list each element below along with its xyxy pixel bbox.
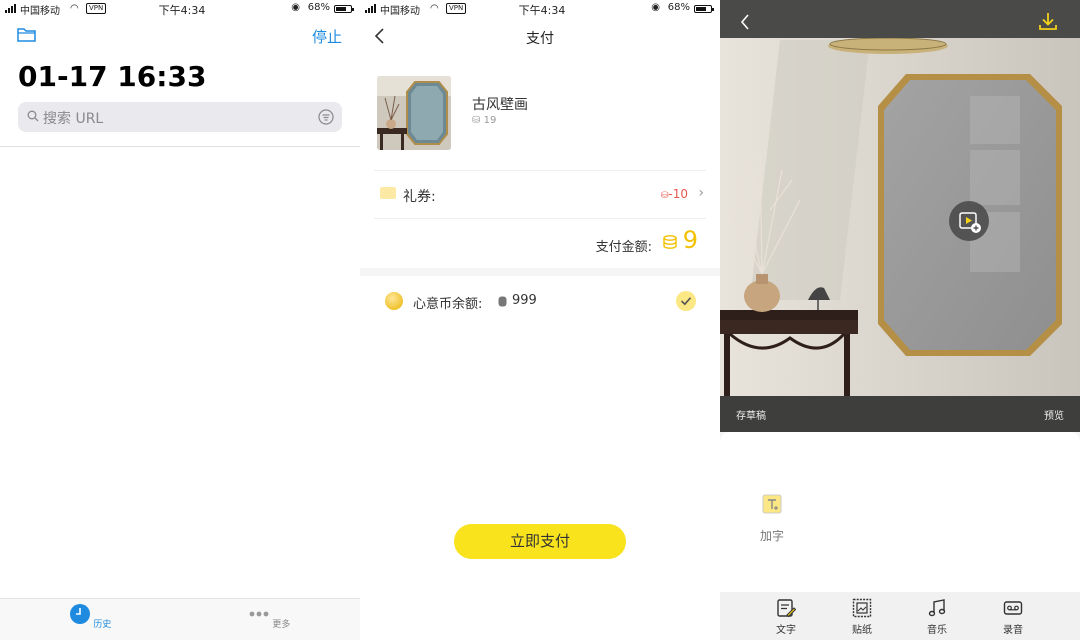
balance-value: 999 bbox=[512, 293, 537, 308]
editor-screen: 存草稿 预览 加字 文字 贴纸 音乐 录音 bbox=[720, 0, 1080, 640]
search-bar[interactable]: 搜索 URL bbox=[18, 102, 342, 132]
tab-history[interactable]: 历史 bbox=[60, 603, 120, 630]
total-label: 支付金额: bbox=[595, 240, 652, 255]
tool-text-label: 文字 bbox=[776, 625, 796, 636]
status-bar: 中国移动 ◠ VPN 下午4:34 ◉ 68% bbox=[360, 0, 720, 18]
tab-more[interactable]: 更多 bbox=[239, 603, 299, 630]
product-price-value: 19 bbox=[483, 115, 497, 126]
battery-percent: 68% bbox=[667, 2, 690, 13]
battery-icon bbox=[694, 5, 714, 13]
record-icon bbox=[1003, 601, 1023, 615]
product-thumbnail bbox=[377, 76, 451, 150]
stop-button[interactable]: 停止 bbox=[312, 26, 342, 47]
coin-stack-icon bbox=[498, 296, 507, 307]
editor-toolbar: 文字 贴纸 音乐 录音 bbox=[720, 592, 1080, 640]
checkmark-icon[interactable] bbox=[676, 291, 696, 311]
wall-art-preview bbox=[720, 0, 1080, 432]
coin-icon: ⛁ bbox=[472, 115, 481, 126]
tool-sticker-label: 贴纸 bbox=[852, 625, 872, 636]
tool-record-label: 录音 bbox=[1003, 625, 1023, 636]
ticket-icon bbox=[380, 187, 396, 199]
save-draft-button[interactable]: 存草稿 bbox=[736, 407, 766, 422]
more-dots-icon bbox=[249, 611, 268, 617]
coupon-label: 礼券: bbox=[403, 189, 436, 205]
divider bbox=[0, 146, 360, 147]
rotation-lock-icon: ◉ bbox=[651, 2, 660, 13]
coupon-value-text: -10 bbox=[668, 187, 688, 201]
folder-icon[interactable] bbox=[17, 27, 36, 42]
page-title: 支付 bbox=[526, 31, 554, 47]
battery-percent: 68% bbox=[307, 2, 330, 13]
tool-music[interactable]: 音乐 bbox=[912, 598, 962, 636]
rotation-lock-icon: ◉ bbox=[291, 2, 300, 13]
preview-button[interactable]: 预览 bbox=[1044, 407, 1064, 422]
coin-stack-icon bbox=[663, 235, 677, 249]
sticker-icon bbox=[852, 598, 872, 618]
editor-top-bar bbox=[720, 0, 1080, 38]
back-chevron-icon[interactable] bbox=[740, 13, 750, 31]
gold-coin-icon bbox=[385, 292, 403, 310]
payment-screen: 中国移动 ◠ VPN 下午4:34 ◉ 68% 支付 古风壁画 ⛁ 19 礼券:… bbox=[360, 0, 720, 640]
status-time: 下午4:34 bbox=[158, 4, 206, 17]
tool-sticker[interactable]: 贴纸 bbox=[837, 598, 887, 636]
status-bar: 中国移动 ◠ VPN 下午4:34 ◉ 68% bbox=[0, 0, 360, 18]
product-price: ⛁ 19 bbox=[472, 115, 496, 126]
status-time: 下午4:34 bbox=[518, 4, 566, 17]
tab-more-label: 更多 bbox=[272, 620, 291, 630]
balance-label: 心意币余额: bbox=[413, 297, 483, 312]
page-title: 01-17 16:33 bbox=[18, 60, 207, 93]
tool-text[interactable]: 文字 bbox=[761, 598, 811, 636]
tool-record[interactable]: 录音 bbox=[988, 598, 1038, 636]
editor-action-bar: 存草稿 预览 bbox=[720, 396, 1080, 432]
music-icon bbox=[928, 599, 946, 617]
add-text-icon[interactable] bbox=[762, 494, 782, 514]
clock-icon bbox=[69, 604, 90, 624]
filter-icon[interactable] bbox=[318, 109, 334, 125]
history-screen: 中国移动 ◠ VPN 下午4:34 ◉ 68% 停止 01-17 16:33 搜… bbox=[0, 0, 360, 640]
tab-bar: 历史 更多 bbox=[0, 598, 360, 640]
download-icon[interactable] bbox=[1038, 11, 1058, 31]
divider bbox=[374, 218, 706, 219]
search-icon bbox=[27, 110, 39, 122]
product-name: 古风壁画 bbox=[472, 97, 528, 113]
tab-history-label: 历史 bbox=[93, 620, 112, 630]
add-text-label[interactable]: 加字 bbox=[760, 527, 784, 544]
battery-icon bbox=[334, 5, 354, 13]
section-gap bbox=[360, 268, 720, 276]
coupon-value: ⛁-10 bbox=[661, 187, 688, 201]
total-amount: 9 bbox=[682, 226, 698, 254]
chevron-right-icon: › bbox=[698, 185, 704, 201]
text-edit-icon bbox=[777, 599, 796, 618]
pay-now-button[interactable]: 立即支付 bbox=[454, 524, 626, 559]
add-video-icon[interactable] bbox=[949, 201, 989, 241]
search-input[interactable]: 搜索 URL bbox=[43, 108, 103, 128]
tool-music-label: 音乐 bbox=[927, 625, 947, 636]
divider bbox=[374, 170, 706, 171]
